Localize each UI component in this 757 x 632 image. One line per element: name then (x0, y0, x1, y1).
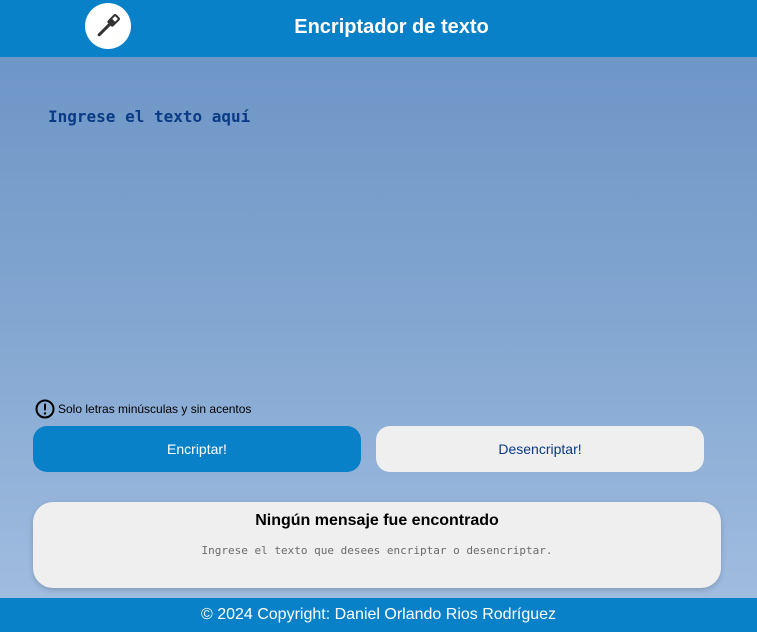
encrypt-button[interactable]: Encriptar! (33, 426, 361, 472)
text-input[interactable] (33, 95, 723, 375)
warning-message: Solo letras minúsculas y sin acentos (35, 399, 251, 419)
result-title: Ningún mensaje fue encontrado (255, 512, 499, 529)
result-panel: Ningún mensaje fue encontrado Ingrese el… (33, 502, 721, 588)
exclamation-circle-icon (35, 399, 55, 419)
decrypt-button[interactable]: Desencriptar! (376, 426, 704, 472)
header-bar: Encriptador de texto (0, 0, 757, 57)
warning-text: Solo letras minúsculas y sin acentos (58, 402, 252, 416)
page-title: Encriptador de texto (294, 16, 489, 38)
footer: © 2024 Copyright: Daniel Orlando Rios Ro… (0, 598, 757, 632)
footer-text: © 2024 Copyright: Daniel Orlando Rios Ro… (200, 606, 557, 623)
result-text: Ingrese el texto que desees encriptar o … (201, 544, 553, 557)
